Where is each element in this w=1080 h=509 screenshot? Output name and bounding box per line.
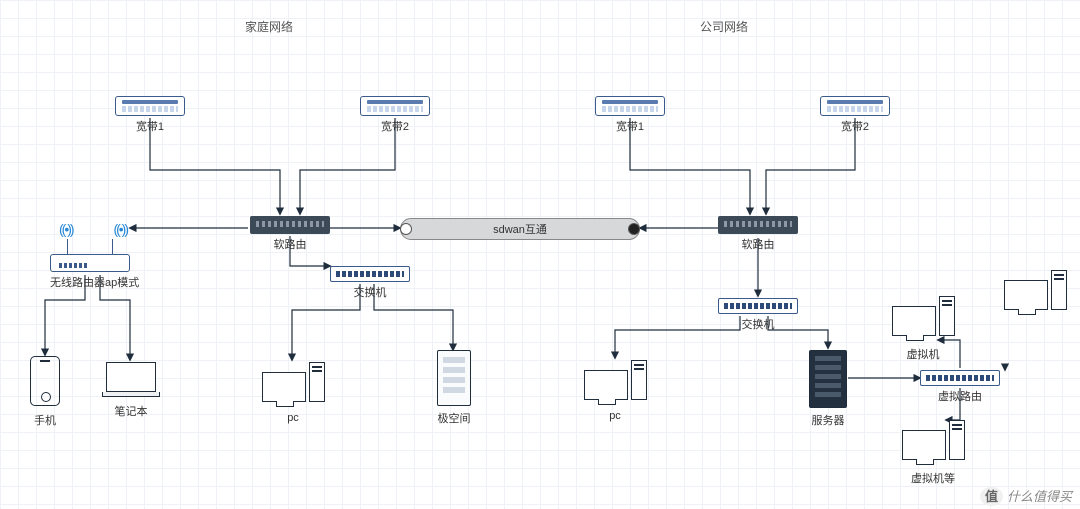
home-laptop-node[interactable]: 笔记本 [102,362,160,419]
office-soft-router-label: 软路由 [718,236,798,252]
home-soft-router-label: 软路由 [250,236,330,252]
home-laptop-label: 笔记本 [102,403,160,419]
office-server-node[interactable]: 服务器 [808,350,848,428]
home-soft-router-node[interactable]: 软路由 [250,216,330,252]
desktop-pc-icon [1000,270,1070,310]
nas-icon [437,350,471,406]
home-switch-node[interactable]: 交换机 [330,266,410,300]
office-vm-node[interactable]: 虚拟机 [888,296,958,362]
modem-icon [115,96,185,116]
home-wan2-label: 宽带2 [360,118,430,134]
smartphone-icon [30,356,60,406]
switch-icon [330,266,410,282]
desktop-pc-icon [888,296,958,336]
office-soft-router-node[interactable]: 软路由 [718,216,798,252]
desktop-pc-icon [258,362,328,402]
home-pc-label: pc [258,412,328,424]
office-wan1-label: 宽带1 [595,118,665,134]
office-switch-label: 交换机 [718,316,798,332]
sdwan-link[interactable]: sdwan互通 [400,218,640,240]
section-title-home: 家庭网络 [245,18,293,35]
office-vrouter-node[interactable]: 虚拟路由 [920,370,1000,404]
home-nas-node[interactable]: 极空间 [436,350,472,426]
sdwan-label: sdwan互通 [493,221,547,237]
office-wan2-node[interactable]: 宽带2 [820,96,890,134]
server-rack-icon [809,350,847,408]
office-vrouter-label: 虚拟路由 [920,388,1000,404]
modem-icon [595,96,665,116]
laptop-icon [106,362,156,397]
office-switch-node[interactable]: 交换机 [718,298,798,332]
office-pc-label: pc [580,410,650,422]
office-wan1-node[interactable]: 宽带1 [595,96,665,134]
office-server-label: 服务器 [808,412,848,428]
home-wireless-ap-node[interactable]: ((•)) ((•)) 无线路由器ap模式 [50,254,130,290]
site-watermark: 值什么值得买 [980,486,1072,505]
sdwan-endpoint-left-icon [400,223,412,235]
office-pc-node[interactable]: pc [580,360,650,422]
home-phone-node[interactable]: 手机 [28,356,62,428]
wireless-router-icon: ((•)) ((•)) [50,254,130,272]
modem-icon [820,96,890,116]
switch-icon [718,298,798,314]
desktop-pc-icon [898,420,968,460]
desktop-pc-icon [580,360,650,400]
home-wan1-node[interactable]: 宽带1 [115,96,185,134]
office-vm-alt-node[interactable] [1000,270,1070,310]
soft-router-icon [250,216,330,234]
section-title-office: 公司网络 [700,18,748,35]
home-phone-label: 手机 [28,412,62,428]
home-nas-label: 极空间 [436,410,472,426]
office-wan2-label: 宽带2 [820,118,890,134]
home-wireless-ap-label: 无线路由器ap模式 [50,274,130,290]
sdwan-endpoint-right-icon [628,223,640,235]
modem-icon [360,96,430,116]
watermark-badge-icon: 值 [980,487,1003,506]
office-vm-label: 虚拟机 [888,346,958,362]
soft-router-icon [718,216,798,234]
office-vm-etc-label: 虚拟机等 [898,470,968,486]
home-switch-label: 交换机 [330,284,410,300]
virtual-router-icon [920,370,1000,386]
office-vm-etc-node[interactable]: 虚拟机等 [898,420,968,486]
home-wan1-label: 宽带1 [115,118,185,134]
home-pc-node[interactable]: pc [258,362,328,424]
home-wan2-node[interactable]: 宽带2 [360,96,430,134]
